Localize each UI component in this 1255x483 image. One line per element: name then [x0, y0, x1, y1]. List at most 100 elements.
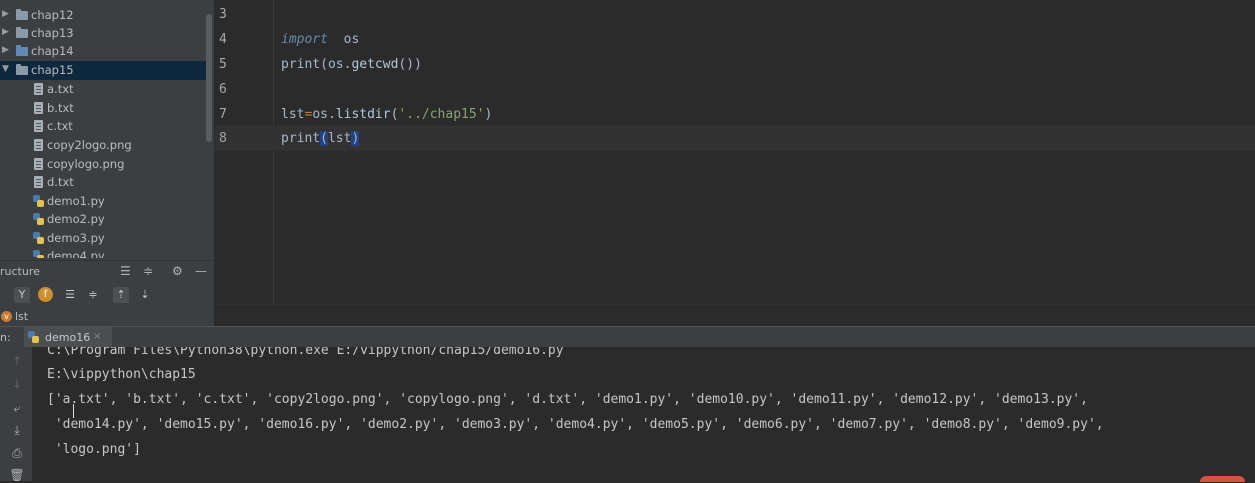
- folder-icon: [16, 9, 28, 20]
- tree-item-label: a.txt: [47, 82, 74, 96]
- python-file-icon: [33, 195, 44, 207]
- autoscroll-to-source-icon[interactable]: ⇡: [113, 287, 129, 303]
- tree-item-label: demo1.py: [47, 194, 105, 208]
- tree-item-label: b.txt: [47, 101, 74, 115]
- string-literal: '../chap15': [398, 107, 485, 122]
- tree-item-demo2-py[interactable]: demo2.py: [0, 210, 206, 229]
- variable-icon: v: [1, 311, 12, 322]
- folder-icon: [16, 64, 28, 75]
- function-name: print: [281, 57, 321, 72]
- gear-icon[interactable]: ⚙: [172, 264, 183, 278]
- line-number: 4: [219, 32, 227, 47]
- tree-item-a-txt[interactable]: a.txt: [0, 80, 206, 99]
- run-tool-window-header: n: demo16 ×: [0, 326, 1255, 348]
- collapse-all-icon[interactable]: ≑: [85, 287, 101, 303]
- tree-item-chap14[interactable]: ▶ chap14: [0, 42, 206, 61]
- console-output[interactable]: C:\Program Files\Python38\python.exe E:/…: [32, 347, 1255, 481]
- code-editor[interactable]: 3 4 import os 5 print(os.getcwd()) 6 7 l…: [215, 0, 1255, 304]
- console-line: 'logo.png']: [47, 442, 141, 457]
- scroll-to-end-icon[interactable]: ⤓: [9, 422, 25, 438]
- bracket-highlight: ): [351, 131, 360, 146]
- tree-item-demo3-py[interactable]: demo3.py: [0, 229, 206, 248]
- structure-item-label: lst: [15, 310, 29, 323]
- autoscroll-from-source-icon[interactable]: ⇣: [137, 287, 153, 303]
- editor-bottom-area: [215, 304, 1255, 327]
- expand-all-icon[interactable]: ☰: [62, 287, 78, 303]
- python-file-icon: [28, 331, 39, 343]
- image-file-icon: [34, 158, 43, 170]
- code-punct: os.: [312, 107, 336, 122]
- expand-all-icon[interactable]: ☰: [120, 264, 131, 278]
- tree-item-copy2logo-png[interactable]: copy2logo.png: [0, 136, 206, 155]
- console-line: E:\vippython\chap15: [47, 367, 196, 382]
- image-file-icon: [34, 139, 43, 151]
- minimize-icon[interactable]: —: [195, 264, 207, 278]
- text-file-icon: [34, 83, 43, 95]
- code-line-3: 3: [215, 2, 1255, 27]
- project-tree: ▶ chap12 ▶ chap13 ▶ chap14 ▼ chap15 a.tx…: [0, 0, 206, 258]
- tree-item-chap15[interactable]: ▼ chap15: [0, 61, 206, 80]
- line-number: 7: [219, 107, 227, 122]
- structure-header: ructure ☰ ≑ ⚙ —: [0, 260, 214, 283]
- tree-item-b-txt[interactable]: b.txt: [0, 99, 206, 118]
- print-icon[interactable]: ⎙: [9, 445, 25, 461]
- close-icon[interactable]: ×: [93, 331, 101, 342]
- python-file-icon: [33, 250, 44, 258]
- expand-arrow-icon[interactable]: ▶: [2, 9, 9, 19]
- line-number: 5: [219, 57, 227, 72]
- tree-item-copylogo-png[interactable]: copylogo.png: [0, 155, 206, 174]
- structure-item-lst[interactable]: v lst: [0, 309, 214, 326]
- corner-decoration: [1200, 476, 1245, 482]
- tree-item-d-txt[interactable]: d.txt: [0, 173, 206, 192]
- run-tab-demo16[interactable]: demo16 ×: [24, 327, 112, 348]
- python-file-icon: [33, 213, 44, 225]
- show-fields-icon[interactable]: f: [38, 287, 53, 302]
- folder-icon: [16, 27, 28, 38]
- tree-item-label: chap12: [31, 8, 74, 22]
- soft-wrap-icon[interactable]: ⤶: [9, 400, 25, 416]
- tree-item-label: demo4.py: [47, 249, 105, 258]
- tree-item-label: demo2.py: [47, 212, 105, 226]
- expand-arrow-icon[interactable]: ▶: [2, 45, 9, 55]
- tree-scrollbar[interactable]: [206, 14, 212, 142]
- tree-item-label: c.txt: [47, 119, 73, 133]
- arrow-down-icon[interactable]: ↓: [9, 376, 25, 392]
- console-toolbar: ↑ ↓ ⤶ ⤓ ⎙ 🗑: [0, 347, 32, 482]
- code-text: import os: [281, 27, 359, 52]
- code-text: print(lst): [281, 126, 360, 151]
- method-name: getcwd: [351, 57, 399, 72]
- tree-item-label: copylogo.png: [47, 157, 125, 171]
- structure-toolbar: Y f ☰ ≑ ⇡ ⇣: [0, 283, 214, 307]
- arrow-up-icon[interactable]: ↑: [9, 353, 25, 369]
- code-punct: (os.: [320, 57, 352, 72]
- function-name: print: [281, 131, 321, 146]
- tree-item-chap12[interactable]: ▶ chap12: [0, 6, 206, 25]
- bracket-highlight: (: [320, 131, 328, 146]
- collapse-arrow-icon[interactable]: ▼: [2, 64, 9, 74]
- run-tab-label: demo16: [45, 331, 91, 344]
- tree-item-demo4-py[interactable]: demo4.py: [0, 247, 206, 258]
- expand-arrow-icon[interactable]: ▶: [2, 27, 9, 37]
- text-file-icon: [34, 176, 43, 188]
- tree-item-label: demo3.py: [47, 231, 105, 245]
- line-number: 3: [219, 7, 227, 22]
- sort-icon[interactable]: Y: [14, 287, 30, 303]
- code-line-8: 8 print(lst): [215, 126, 1255, 151]
- console-line: ['a.txt', 'b.txt', 'c.txt', 'copy2logo.p…: [47, 392, 1088, 407]
- variable: lst: [327, 131, 352, 146]
- run-label: n:: [0, 331, 11, 344]
- code-line-7: 7 lst=os.listdir('../chap15'): [215, 102, 1255, 127]
- identifier: os: [327, 32, 360, 47]
- code-line-4: 4 import os: [215, 27, 1255, 52]
- code-text: print(os.getcwd()): [281, 52, 422, 77]
- tree-item-chap13[interactable]: ▶ chap13: [0, 24, 206, 43]
- keyword: import: [281, 32, 328, 47]
- code-punct: ): [484, 107, 493, 122]
- structure-title: ructure: [0, 265, 40, 278]
- tree-item-c-txt[interactable]: c.txt: [0, 117, 206, 136]
- line-number: 8: [219, 131, 227, 146]
- collapse-all-icon[interactable]: ≑: [143, 264, 153, 278]
- project-panel: ▶ chap12 ▶ chap13 ▶ chap14 ▼ chap15 a.tx…: [0, 0, 215, 326]
- tree-item-demo1-py[interactable]: demo1.py: [0, 192, 206, 211]
- tree-item-label: d.txt: [47, 175, 74, 189]
